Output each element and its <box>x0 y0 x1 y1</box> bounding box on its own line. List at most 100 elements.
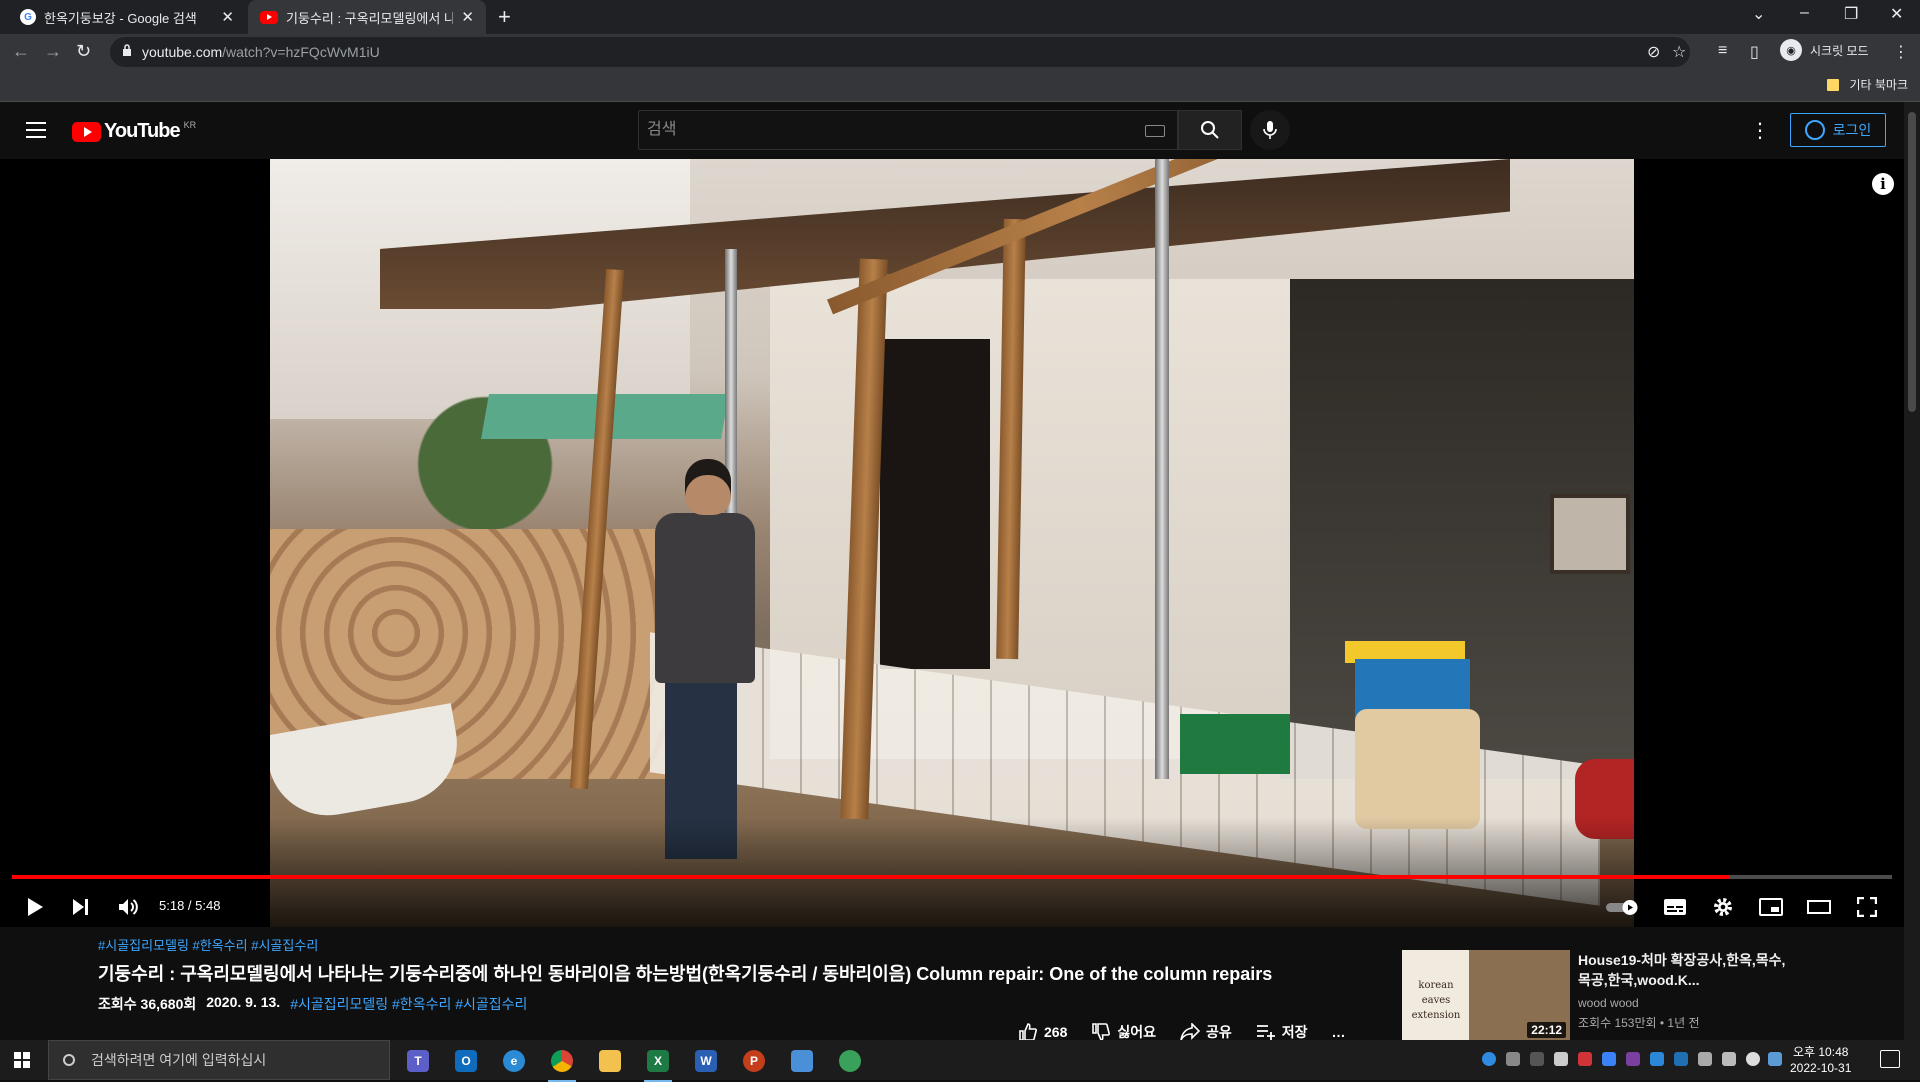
incognito-icon: ◉ <box>1780 39 1802 61</box>
youtube-logo[interactable]: YouTube KR <box>72 120 196 143</box>
voice-search-button[interactable] <box>1250 110 1290 150</box>
video-player[interactable]: i 5:18 / 5:48 <box>0 159 1904 927</box>
window-app-icon[interactable] <box>782 1046 822 1076</box>
excel-icon[interactable]: X <box>638 1046 678 1082</box>
dislike-button[interactable]: 싫어요 <box>1091 1022 1156 1042</box>
autoplay-toggle[interactable] <box>1604 889 1644 925</box>
volume-icon[interactable] <box>1746 1052 1760 1066</box>
volume-icon <box>119 899 138 915</box>
recommended-thumbnail[interactable]: korean eaves extension 22:12 <box>1402 950 1570 1042</box>
restore-button[interactable]: ❐ <box>1844 4 1858 24</box>
volume-button[interactable] <box>114 889 144 925</box>
address-bar[interactable]: youtube.com/watch?v=hzFQcWvM1iU ⊘ ☆ <box>110 37 1690 67</box>
tray-app-icon[interactable] <box>1578 1052 1592 1066</box>
windows-start-icon[interactable] <box>14 1052 30 1068</box>
share-button[interactable]: 공유 <box>1180 1022 1232 1042</box>
tray-app-icon[interactable] <box>1554 1052 1568 1066</box>
tracking-off-icon[interactable]: ⊘ <box>1647 42 1660 62</box>
teams-icon[interactable]: T <box>398 1046 438 1076</box>
reading-list-icon[interactable]: ≡ <box>1718 42 1727 60</box>
reload-icon[interactable]: ↻ <box>76 41 91 62</box>
onenote-icon[interactable] <box>1626 1052 1640 1066</box>
word-icon[interactable]: W <box>686 1046 726 1076</box>
close-tab-icon[interactable]: ✕ <box>461 8 474 26</box>
outlook-icon[interactable]: O <box>446 1046 486 1076</box>
progress-bar[interactable] <box>12 875 1892 879</box>
info-icon[interactable]: i <box>1872 173 1894 195</box>
hashtags-top[interactable]: #시골집리모델링 #한옥수리 #시골집수리 <box>98 935 1358 954</box>
google-icon: G <box>20 9 36 25</box>
globe-app-icon[interactable] <box>830 1046 870 1076</box>
ie-icon[interactable]: e <box>494 1046 534 1076</box>
hashtags-inline[interactable]: #시골집리모델링 #한옥수리 #시골집수리 <box>290 994 527 1014</box>
other-bookmarks[interactable]: 기타 북마크 <box>1827 76 1908 93</box>
search-icon <box>1201 121 1219 139</box>
keyboard-icon[interactable] <box>1145 125 1165 137</box>
close-tab-icon[interactable]: ✕ <box>221 8 234 26</box>
video-title: 기둥수리 : 구옥리모델링에서 나타나는 기둥수리중에 하나인 동바리이음 하는… <box>98 964 1273 984</box>
notification-center-icon[interactable] <box>1880 1050 1900 1068</box>
incognito-indicator[interactable]: ◉ 시크릿 모드 <box>1780 39 1869 61</box>
play-button[interactable] <box>20 889 50 925</box>
search-box <box>638 110 1178 150</box>
network-icon[interactable] <box>1698 1052 1712 1066</box>
like-count: 268 <box>1044 1024 1068 1040</box>
tray-app-icon[interactable] <box>1650 1052 1664 1066</box>
like-button[interactable]: 268 <box>1018 1022 1067 1042</box>
search-input[interactable] <box>639 111 1177 149</box>
url-text: youtube.com/watch?v=hzFQcWvM1iU <box>142 44 380 60</box>
recommended-video[interactable]: korean eaves extension 22:12 House19-처마 … <box>1402 950 1902 1042</box>
thumbs-down-icon <box>1092 1023 1111 1041</box>
back-icon[interactable]: ← <box>12 41 30 62</box>
thumbs-up-icon <box>1019 1023 1037 1041</box>
tab-title: 한옥기둥보강 - Google 검색 <box>44 10 197 26</box>
hamburger-menu-icon[interactable] <box>26 122 46 138</box>
forward-icon[interactable]: → <box>44 41 62 62</box>
battery-icon[interactable] <box>1722 1052 1736 1066</box>
tab-search-icon[interactable]: ⌄ <box>1752 4 1765 24</box>
windows-taskbar: 검색하려면 여기에 입력하십시 T O e X W P 오후 10:48 202… <box>0 1040 1920 1082</box>
play-icon <box>28 898 43 916</box>
search-button[interactable] <box>1178 110 1242 150</box>
tray-app-icon[interactable] <box>1506 1052 1520 1066</box>
taskbar-clock[interactable]: 오후 10:48 2022-10-31 <box>1790 1044 1851 1076</box>
recommended-title[interactable]: House19-처마 확장공사,한옥,목수,목공,한국,wood.K... <box>1578 950 1788 990</box>
settings-more-icon[interactable]: ⋮ <box>1750 118 1770 143</box>
language-icon[interactable] <box>1768 1052 1782 1066</box>
fullscreen-button[interactable] <box>1852 889 1882 925</box>
scroll-thumb[interactable] <box>1908 112 1916 412</box>
skip-next-icon <box>73 899 88 915</box>
miniplayer-button[interactable] <box>1756 889 1786 925</box>
side-panel-icon[interactable]: ▯ <box>1750 42 1759 62</box>
tab-youtube-video[interactable]: 기둥수리 : 구옥리모델링에서 나타 ✕ <box>248 0 486 34</box>
powerpoint-icon[interactable]: P <box>734 1046 774 1076</box>
theater-mode-button[interactable] <box>1804 889 1834 925</box>
recommended-channel[interactable]: wood wood <box>1578 996 1639 1010</box>
tray-app-icon[interactable] <box>1602 1052 1616 1066</box>
menu-kebab-icon[interactable]: ⋮ <box>1893 42 1909 62</box>
taskbar-search-placeholder: 검색하려면 여기에 입력하십시 <box>91 1052 267 1068</box>
file-explorer-icon[interactable] <box>590 1046 630 1076</box>
youtube-play-icon <box>72 121 101 142</box>
save-button[interactable]: 저장 <box>1256 1022 1308 1042</box>
video-frame <box>270 159 1634 927</box>
onedrive-icon[interactable] <box>1482 1052 1496 1066</box>
settings-button[interactable] <box>1708 889 1738 925</box>
new-tab-button[interactable]: + <box>498 5 511 29</box>
video-duration: 22:12 <box>1527 1022 1566 1038</box>
tab-google-search[interactable]: G 한옥기둥보강 - Google 검색 ✕ <box>8 0 246 34</box>
taskbar-search[interactable]: 검색하려면 여기에 입력하십시 <box>48 1040 390 1080</box>
more-actions-button[interactable]: … <box>1332 1024 1346 1040</box>
minimize-button[interactable]: – <box>1800 4 1809 22</box>
close-window-button[interactable]: ✕ <box>1890 4 1903 24</box>
next-button[interactable] <box>66 889 96 925</box>
tray-app-icon[interactable] <box>1530 1052 1544 1066</box>
video-actions: 268 싫어요 공유 저장 … <box>1018 1022 1370 1042</box>
bookmark-star-icon[interactable]: ☆ <box>1672 42 1686 62</box>
page-scrollbar[interactable] <box>1904 102 1920 1040</box>
shield-icon[interactable] <box>1674 1052 1688 1066</box>
playlist-add-icon <box>1256 1025 1275 1040</box>
login-button[interactable]: 로그인 <box>1790 113 1886 147</box>
chrome-icon[interactable] <box>542 1046 582 1082</box>
subtitles-button[interactable] <box>1660 889 1690 925</box>
